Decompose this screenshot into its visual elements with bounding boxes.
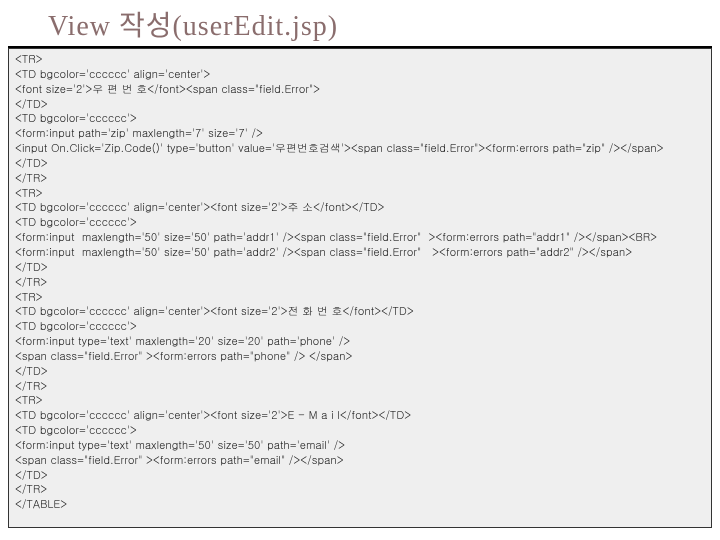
page-title: View 작성(userEdit.jsp) <box>0 0 720 44</box>
slide-container: View 작성(userEdit.jsp) <TR> <TD bgcolor='… <box>0 0 720 540</box>
code-block: <TR> <TD bgcolor='cccccc' align='center'… <box>8 48 712 528</box>
